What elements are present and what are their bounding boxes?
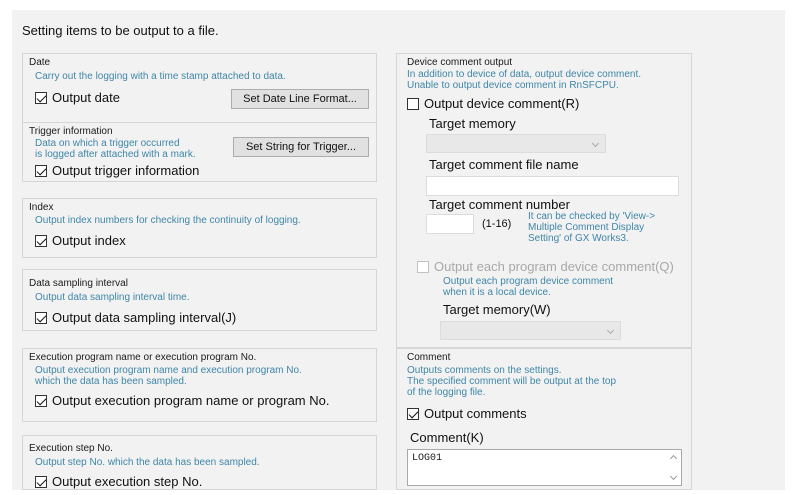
chevron-down-icon	[591, 139, 600, 148]
comment-textarea[interactable]: LOG01	[407, 449, 682, 486]
output-comments-label: Output comments	[424, 406, 527, 421]
scroll-up-icon[interactable]	[669, 454, 678, 463]
range-note: It can be checked by 'View-> Multiple Co…	[528, 211, 656, 244]
range-label: (1-16)	[482, 218, 512, 230]
output-index-label: Output index	[52, 233, 126, 248]
program-description: Output execution program name and execut…	[35, 365, 302, 387]
checkbox-checked-icon	[35, 475, 47, 488]
trigger-description: Data on which a trigger occurred is logg…	[35, 138, 196, 160]
target-comment-number-input[interactable]	[426, 214, 474, 234]
trigger-group: Trigger information Data on which a trig…	[22, 122, 377, 182]
checkbox-checked-icon	[35, 164, 47, 177]
set-string-for-trigger-button[interactable]: Set String for Trigger...	[233, 137, 369, 157]
program-group-title: Execution program name or execution prog…	[29, 352, 257, 363]
output-date-checkbox[interactable]: Output date	[35, 90, 120, 105]
target-comment-number-label: Target comment number	[429, 197, 570, 212]
checkbox-unchecked-icon	[407, 97, 419, 110]
target-memory-w-dropdown[interactable]	[440, 321, 621, 340]
checkbox-checked-icon	[35, 311, 47, 324]
output-date-label: Output date	[52, 90, 120, 105]
output-program-checkbox[interactable]: Output execution program name or program…	[35, 393, 329, 408]
output-trigger-label: Output trigger information	[52, 163, 200, 178]
target-comment-file-label: Target comment file name	[429, 157, 579, 172]
sampling-group: Data sampling interval Output data sampl…	[22, 269, 377, 331]
settings-panel: Setting items to be output to a file. Da…	[12, 10, 785, 490]
output-sampling-interval-label: Output data sampling interval(J)	[52, 310, 237, 325]
device-comment-group: Device comment output In addition to dev…	[396, 53, 692, 348]
checkbox-checked-icon	[35, 234, 47, 247]
comment-scrollbar[interactable]	[667, 451, 680, 484]
index-description: Output index numbers for checking the co…	[35, 215, 301, 226]
set-date-line-format-button[interactable]: Set Date Line Format...	[231, 89, 369, 109]
target-memory-w-label: Target memory(W)	[443, 302, 551, 317]
each-program-description: Output each program device comment when …	[443, 276, 614, 298]
index-group: Index Output index numbers for checking …	[22, 198, 377, 258]
program-group: Execution program name or execution prog…	[22, 348, 377, 422]
device-comment-group-title: Device comment output	[407, 57, 513, 68]
comment-field-label: Comment(K)	[410, 430, 484, 445]
step-group: Execution step No. Output step No. which…	[22, 435, 377, 490]
comment-value: LOG01	[412, 453, 443, 464]
sampling-description: Output data sampling interval time.	[35, 292, 190, 303]
comment-group-title: Comment	[407, 352, 451, 363]
checkbox-checked-icon	[407, 407, 419, 420]
checkbox-checked-icon	[35, 394, 47, 407]
index-group-title: Index	[29, 202, 54, 213]
checkbox-checked-icon	[35, 91, 47, 104]
output-trigger-checkbox[interactable]: Output trigger information	[35, 163, 199, 178]
output-device-comment-checkbox[interactable]: Output device comment(R)	[407, 96, 579, 111]
target-comment-file-input[interactable]	[426, 176, 679, 196]
date-group: Date Carry out the logging with a time s…	[22, 53, 377, 123]
output-each-program-checkbox[interactable]: Output each program device comment(Q)	[417, 259, 674, 274]
target-memory-label: Target memory	[429, 116, 516, 131]
comment-description: Outputs comments on the settings. The sp…	[407, 365, 617, 398]
sampling-group-title: Data sampling interval	[29, 278, 128, 289]
output-device-comment-label: Output device comment(R)	[424, 96, 580, 111]
output-each-program-label: Output each program device comment(Q)	[434, 259, 674, 274]
step-group-title: Execution step No.	[29, 443, 113, 454]
page-header: Setting items to be output to a file.	[22, 23, 219, 38]
output-step-label: Output execution step No.	[52, 474, 203, 489]
chevron-down-icon	[606, 326, 615, 335]
date-description: Carry out the logging with a time stamp …	[35, 71, 286, 82]
date-group-title: Date	[29, 57, 51, 68]
output-step-checkbox[interactable]: Output execution step No.	[35, 474, 202, 489]
target-memory-dropdown[interactable]	[426, 134, 606, 153]
scroll-down-icon[interactable]	[669, 472, 678, 481]
comment-group: Comment Outputs comments on the settings…	[396, 348, 692, 490]
device-comment-description: In addition to device of data, output de…	[407, 69, 642, 91]
output-index-checkbox[interactable]: Output index	[35, 233, 126, 248]
step-description: Output step No. which the data has been …	[35, 457, 260, 468]
output-comments-checkbox[interactable]: Output comments	[407, 406, 527, 421]
output-sampling-interval-checkbox[interactable]: Output data sampling interval(J)	[35, 310, 236, 325]
checkbox-disabled-icon	[417, 260, 429, 273]
output-program-label: Output execution program name or program…	[52, 393, 330, 408]
trigger-group-title: Trigger information	[29, 126, 113, 137]
